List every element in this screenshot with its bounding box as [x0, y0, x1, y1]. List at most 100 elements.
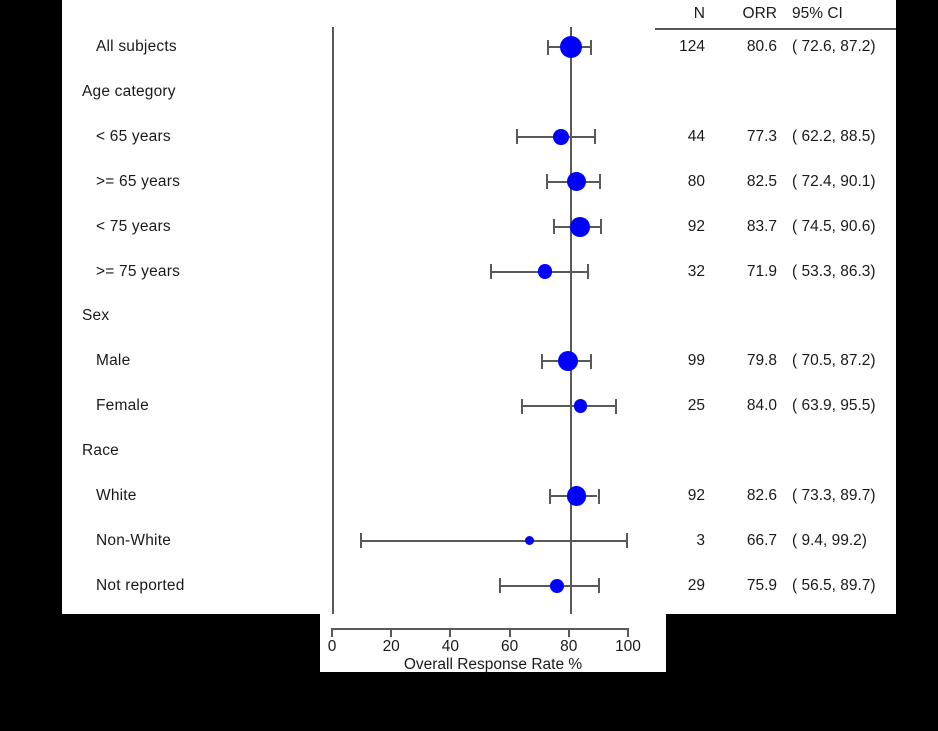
ci-cap-upper-female — [614, 398, 617, 414]
group-heading-sex: Sex — [82, 307, 110, 325]
cell-n-65-years: 80 — [687, 172, 705, 190]
ci-bar-white — [548, 495, 598, 497]
x-tick-label-40: 40 — [441, 638, 460, 655]
cell-ci-75-years: ( 53.3, 86.3) — [792, 262, 876, 280]
point-marker-female — [573, 399, 588, 413]
point-marker-65-years — [566, 172, 586, 192]
ci-cap-upper-male — [590, 353, 593, 369]
cell-orr-all-subjects: 80.6 — [746, 38, 777, 55]
cell-ci-65-years: ( 62.2, 88.5) — [792, 127, 876, 145]
ci-bar-65-years — [516, 135, 594, 138]
ci-cap-upper-all-subjects — [590, 39, 593, 55]
ci-cap-upper-not-reported — [597, 578, 600, 594]
x-tick-label-20: 20 — [382, 638, 400, 655]
reference-line — [569, 27, 572, 614]
cell-n-not-reported: 29 — [687, 576, 705, 594]
x-tick-20 — [390, 628, 393, 637]
cell-n-female: 25 — [687, 397, 705, 415]
x-axis-title: Overall Response Rate % — [403, 656, 583, 673]
cell-ci-75-years: ( 74.5, 90.6) — [792, 217, 876, 235]
ci-cap-lower-non-white — [359, 533, 362, 549]
ci-cap-lower-65-years — [516, 129, 519, 145]
cell-orr-male: 79.8 — [746, 352, 777, 370]
cell-n-non-white: 3 — [696, 531, 705, 549]
cell-n-all-subjects: 124 — [679, 38, 705, 55]
ci-bar-female — [521, 405, 615, 408]
x-tick-0 — [331, 628, 333, 637]
ci-bar-male — [540, 360, 591, 363]
cell-orr-not-reported: 75.9 — [746, 576, 777, 594]
cell-ci-non-white: ( 9.4, 99.2) — [792, 531, 867, 549]
ci-cap-upper-white — [597, 488, 600, 504]
cell-orr-white: 82.6 — [746, 487, 777, 504]
x-tick-100 — [627, 628, 629, 637]
x-tick-label-0: 0 — [327, 638, 337, 655]
cell-orr-non-white: 66.7 — [746, 531, 777, 549]
cell-orr-75-years: 83.7 — [746, 217, 777, 235]
ci-cap-lower-65-years — [546, 174, 549, 190]
ci-bar-65-years — [546, 180, 599, 183]
table-header-rule — [655, 28, 896, 30]
cell-n-75-years: 92 — [687, 217, 705, 235]
cell-ci-not-reported: ( 56.5, 89.7) — [792, 576, 876, 594]
x-tick-40 — [449, 628, 452, 637]
plot-area — [62, 0, 896, 614]
point-marker-all-subjects — [559, 36, 582, 58]
point-marker-65-years — [552, 128, 569, 145]
row-label-65-years: < 65 years — [96, 127, 171, 145]
cell-orr-75-years: 71.9 — [746, 262, 777, 280]
group-heading-age-category: Age category — [82, 82, 176, 100]
cell-n-65-years: 44 — [687, 127, 705, 145]
ci-cap-upper-65-years — [593, 129, 596, 145]
x-tick-80 — [567, 628, 570, 637]
x-axis-line — [331, 628, 629, 630]
row-label-75-years: < 75 years — [96, 217, 171, 235]
ci-cap-lower-75-years — [489, 264, 492, 279]
row-label-75-years: >= 75 years — [96, 262, 181, 280]
ci-cap-upper-non-white — [625, 533, 628, 549]
cell-ci-male: ( 70.5, 87.2) — [792, 352, 876, 370]
row-label-non-white: Non-White — [96, 531, 172, 549]
cell-ci-65-years: ( 72.4, 90.1) — [792, 172, 876, 190]
cell-orr-65-years: 82.5 — [746, 172, 777, 190]
row-label-white: White — [96, 487, 137, 504]
cell-n-male: 99 — [687, 352, 705, 370]
x-tick-label-80: 80 — [560, 638, 578, 655]
row-label-all-subjects: All subjects — [96, 38, 177, 55]
group-heading-race: Race — [82, 442, 119, 460]
ci-cap-lower-all-subjects — [546, 39, 549, 55]
cell-n-white: 92 — [687, 487, 705, 504]
point-marker-white — [566, 486, 587, 506]
ci-cap-lower-not-reported — [499, 578, 502, 594]
column-header-ci: 95% CI — [792, 5, 843, 22]
ci-cap-upper-75-years — [587, 264, 590, 279]
cell-ci-all-subjects: ( 72.6, 87.2) — [792, 38, 876, 55]
ci-cap-lower-male — [540, 353, 543, 369]
x-axis-strip: 0 20 40 60 80 100 Overall Response Rate % — [320, 614, 666, 673]
cell-orr-female: 84.0 — [746, 397, 777, 415]
column-header-n: N — [693, 5, 705, 22]
ci-bar-75-years — [489, 270, 588, 273]
row-label-male: Male — [96, 352, 131, 370]
point-marker-75-years — [537, 264, 553, 279]
ci-cap-lower-female — [521, 398, 524, 414]
forest-plot-figure: All subjects Age category < 65 years >= 65 … — [62, 0, 896, 614]
row-label-65-years: >= 65 years — [96, 172, 181, 190]
x-tick-60 — [508, 628, 511, 637]
column-header-orr: ORR — [742, 5, 777, 22]
x-tick-label-60: 60 — [500, 638, 519, 655]
point-marker-not-reported — [549, 578, 564, 593]
ci-bar-75-years — [552, 225, 601, 228]
y-axis-spine — [332, 27, 334, 614]
point-marker-75-years — [569, 216, 590, 237]
row-label-female: Female — [96, 397, 149, 415]
cell-ci-white: ( 73.3, 89.7) — [792, 487, 876, 504]
cell-ci-female: ( 63.9, 95.5) — [792, 397, 876, 415]
cell-orr-65-years: 77.3 — [746, 127, 777, 145]
ci-bar-all-subjects — [546, 46, 591, 48]
ci-bar-non-white — [359, 539, 626, 542]
cell-n-75-years: 32 — [687, 262, 705, 280]
ci-cap-lower-75-years — [552, 219, 555, 235]
ci-cap-upper-65-years — [598, 174, 601, 190]
point-marker-non-white — [524, 536, 534, 546]
